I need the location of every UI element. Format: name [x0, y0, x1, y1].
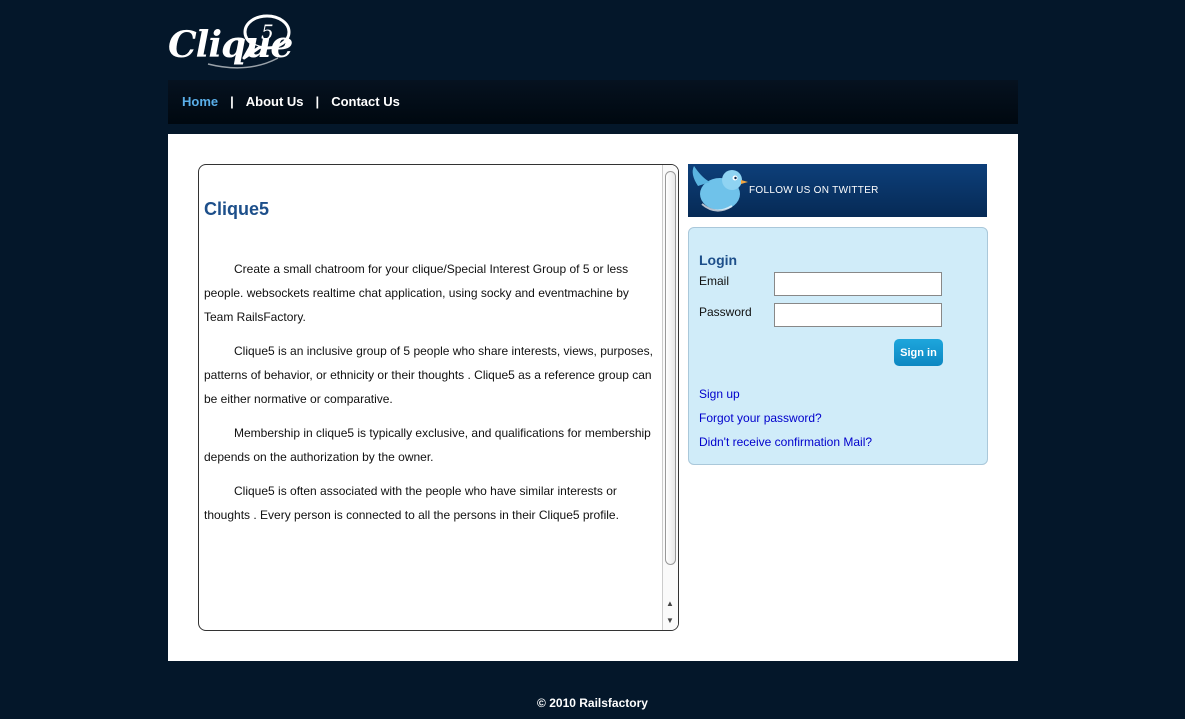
nav-separator: |	[315, 94, 320, 109]
sign-in-button[interactable]: Sign in	[894, 339, 943, 366]
nav-contact-us[interactable]: Contact Us	[331, 94, 400, 109]
main-nav: Home | About Us | Contact Us	[182, 94, 400, 109]
article-paragraph: Clique5 is an inclusive group of 5 peopl…	[204, 344, 653, 406]
nav-separator: |	[230, 94, 234, 109]
logo[interactable]: 5 Clique	[168, 8, 298, 72]
nav-home[interactable]: Home	[182, 94, 218, 109]
email-label: Email	[699, 274, 730, 288]
twitter-follow-banner[interactable]: FOLLOW US ON TWITTER	[688, 164, 987, 217]
scroll-up-arrow-icon[interactable]: ▲	[666, 599, 674, 609]
top-navbar: Home | About Us | Contact Us	[168, 80, 1018, 124]
password-field[interactable]	[774, 303, 942, 327]
email-field[interactable]	[774, 272, 942, 296]
footer-copyright: © 2010 Railsfactory	[537, 696, 648, 710]
article-body: Create a small chatroom for your clique/…	[204, 257, 660, 537]
sign-up-link[interactable]: Sign up	[699, 387, 740, 401]
logo-text: Clique	[168, 24, 293, 66]
article-scroll-box[interactable]: Clique5 Create a small chatroom for your…	[198, 164, 679, 631]
login-heading: Login	[699, 252, 738, 268]
vertical-scrollbar[interactable]: ▲ ▼	[662, 165, 678, 630]
twitter-bird-icon	[692, 166, 748, 212]
article-paragraph: Create a small chatroom for your clique/…	[204, 262, 629, 324]
article-title: Clique5	[204, 199, 270, 219]
nav-about-us[interactable]: About Us	[246, 94, 304, 109]
login-panel: Login Email Password Sign in Sign up For…	[688, 227, 988, 465]
content-panel: Clique5 Create a small chatroom for your…	[168, 134, 1018, 661]
twitter-follow-label: FOLLOW US ON TWITTER	[749, 185, 879, 196]
confirmation-mail-link[interactable]: Didn't receive confirmation Mail?	[699, 435, 872, 449]
article-paragraph: Clique5 is often associated with the peo…	[204, 484, 619, 522]
article-paragraph: Membership in clique5 is typically exclu…	[204, 426, 651, 464]
password-label: Password	[699, 305, 752, 319]
scrollbar-thumb[interactable]	[665, 171, 676, 565]
scroll-down-arrow-icon[interactable]: ▼	[666, 616, 674, 626]
forgot-password-link[interactable]: Forgot your password?	[699, 411, 822, 425]
